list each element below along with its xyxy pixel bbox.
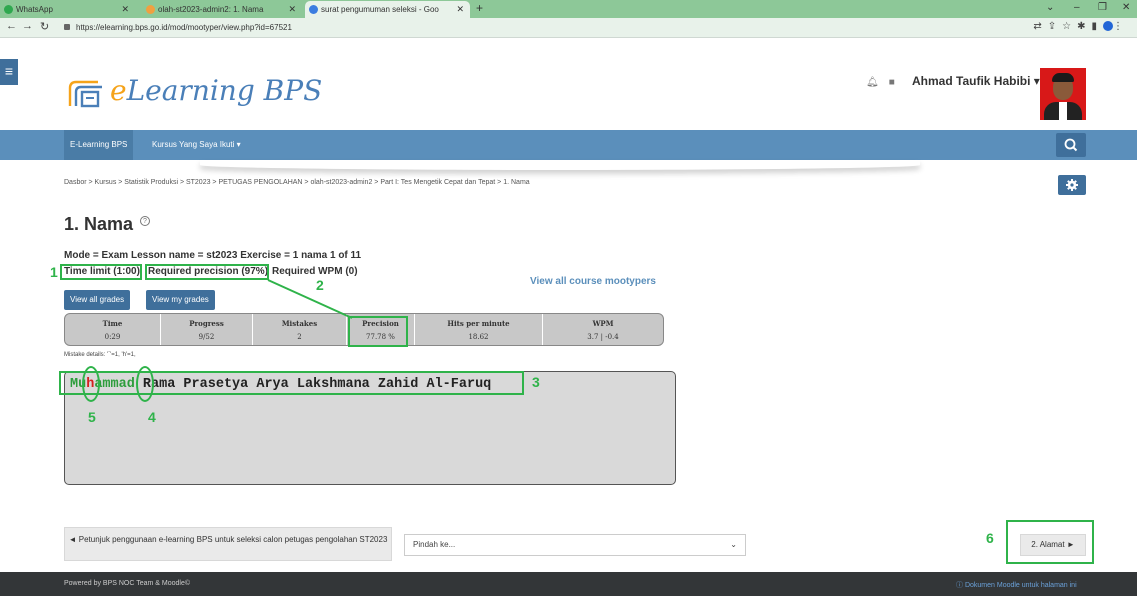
view-my-grades-button[interactable]: View my grades: [146, 290, 215, 310]
avatar[interactable]: [1040, 68, 1086, 120]
close-icon[interactable]: ✕: [121, 1, 129, 18]
translate-icon[interactable]: ⇄: [1033, 21, 1047, 32]
menu-icon[interactable]: ⋮: [1113, 21, 1129, 32]
close-icon[interactable]: ✕: [288, 1, 296, 18]
stat-mistakes: Mistakes 2: [253, 314, 347, 345]
browser-tab-moodle[interactable]: olah-st2023-admin2: 1. Nama ✕: [142, 1, 302, 18]
tab-label: surat pengumuman seleksi - Goo: [321, 5, 439, 14]
annotation-number-5: 5: [88, 409, 96, 425]
sidepanel-icon[interactable]: ▮: [1091, 21, 1103, 32]
annotation-box-required-precision: [145, 264, 269, 280]
chevron-down-icon: ⌄: [730, 540, 737, 549]
logo-text: eLearning BPS: [110, 74, 323, 107]
lock-icon: [64, 24, 70, 30]
search-button[interactable]: [1056, 133, 1086, 157]
profile-icon[interactable]: [1103, 21, 1113, 32]
browser-tab-google[interactable]: surat pengumuman seleksi - Goo ✕: [305, 1, 470, 18]
moodle-docs-link[interactable]: ⓘ Dokumen Moodle untuk halaman ini: [956, 580, 1077, 590]
nav-item-my-courses[interactable]: Kursus Yang Saya Ikuti ▾: [152, 130, 241, 160]
annotation-box-next: [1006, 520, 1094, 564]
back-icon[interactable]: ←: [6, 20, 17, 32]
url-input[interactable]: https://elearning.bps.go.id/mod/mootyper…: [64, 20, 984, 35]
close-icon[interactable]: ✕: [456, 1, 464, 18]
gear-icon: [1066, 179, 1078, 191]
google-icon: [309, 5, 318, 14]
forward-icon[interactable]: →: [22, 20, 33, 32]
stat-hits-per-minute: Hits per minute 18.62: [415, 314, 543, 345]
whatsapp-icon: [4, 5, 13, 14]
browser-tab-bar: WhatsApp ✕ olah-st2023-admin2: 1. Nama ✕…: [0, 0, 1137, 18]
mistake-details: Mistake details: '`'=1, 'h'=1,: [64, 352, 136, 358]
browser-tab-whatsapp[interactable]: WhatsApp ✕: [0, 1, 135, 18]
view-all-course-mootypers-link[interactable]: View all course mootypers: [530, 276, 656, 287]
browser-toolbar-icons: ⇄⇪☆✱▮ ⋮: [1033, 21, 1129, 32]
url-text: https://elearning.bps.go.id/mod/mootyper…: [76, 23, 292, 32]
jump-select-value: Pindah ke...: [413, 540, 456, 549]
required-wpm: Required WPM (0): [272, 266, 358, 277]
moodle-icon: [146, 5, 155, 14]
nav-item-home[interactable]: E-Learning BPS: [64, 130, 134, 160]
share-icon[interactable]: ⇪: [1048, 21, 1062, 32]
browser-address-bar: ← → ↻ https://elearning.bps.go.id/mod/mo…: [0, 18, 1137, 38]
star-icon[interactable]: ☆: [1062, 21, 1077, 32]
info-icon: ⓘ: [956, 582, 965, 589]
settings-button[interactable]: [1058, 175, 1086, 195]
chevron-down-icon[interactable]: ⌄: [1046, 2, 1054, 13]
hamburger-icon: ≡: [4, 63, 14, 79]
search-icon: [1064, 138, 1078, 152]
annotation-ellipse-error: [82, 366, 100, 402]
footer: Powered by BPS NOC Team & Moodle© ⓘ Doku…: [0, 572, 1137, 596]
username: Ahmad Taufik Habibi: [912, 74, 1031, 88]
annotation-number-6: 6: [986, 530, 994, 546]
help-icon[interactable]: ?: [140, 216, 150, 226]
previous-activity-link[interactable]: ◄ Petunjuk penggunaan e-learning BPS unt…: [64, 527, 392, 561]
page-title: 1. Nama: [64, 214, 134, 234]
annotation-number-3: 3: [532, 374, 540, 390]
jump-to-select[interactable]: Pindah ke... ⌄: [404, 534, 746, 556]
breadcrumb[interactable]: Dasbor > Kursus > Statistik Produksi > S…: [64, 179, 530, 186]
exercise-info: Mode = Exam Lesson name = st2023 Exercis…: [64, 250, 362, 261]
header-icons: 🔔︎■: [866, 77, 905, 88]
user-menu[interactable]: Ahmad Taufik Habibi ▾: [912, 74, 1040, 88]
minimize-icon[interactable]: –: [1074, 2, 1080, 13]
stat-wpm: WPM 3.7 | -0.4: [587, 319, 619, 341]
main-navbar: E-Learning BPS Kursus Yang Saya Ikuti ▾: [0, 130, 1137, 160]
footer-credit: Powered by BPS NOC Team & Moodle©: [64, 580, 191, 587]
stat-progress: Progress 9/52: [161, 314, 253, 345]
annotation-box-precision: [348, 316, 408, 347]
chevron-down-icon: ▾: [1033, 74, 1040, 88]
annotation-box-time-limit: [60, 264, 142, 280]
restore-icon[interactable]: ❐: [1098, 2, 1107, 13]
tab-label: olah-st2023-admin2: 1. Nama: [158, 5, 264, 14]
chat-icon[interactable]: ■: [889, 77, 905, 88]
book-stack-icon: [68, 80, 102, 108]
annotation-ellipse-current: [136, 366, 154, 402]
annotation-number-1: 1: [50, 264, 58, 280]
drawer-toggle-button[interactable]: ≡: [0, 59, 18, 85]
extensions-icon[interactable]: ✱: [1077, 21, 1091, 32]
annotation-box-exercise-text: [59, 371, 524, 395]
close-window-icon[interactable]: ✕: [1122, 2, 1130, 13]
annotation-number-2: 2: [316, 277, 324, 293]
navbar-shadow: [200, 160, 920, 170]
bell-icon[interactable]: 🔔︎: [866, 77, 889, 88]
reload-icon[interactable]: ↻: [40, 20, 49, 33]
view-all-grades-button[interactable]: View all grades: [64, 290, 131, 310]
tab-label: WhatsApp: [16, 5, 53, 14]
new-tab-button[interactable]: +: [476, 1, 483, 15]
stat-time: Time 0:29: [65, 314, 161, 345]
annotation-number-4: 4: [148, 409, 156, 425]
